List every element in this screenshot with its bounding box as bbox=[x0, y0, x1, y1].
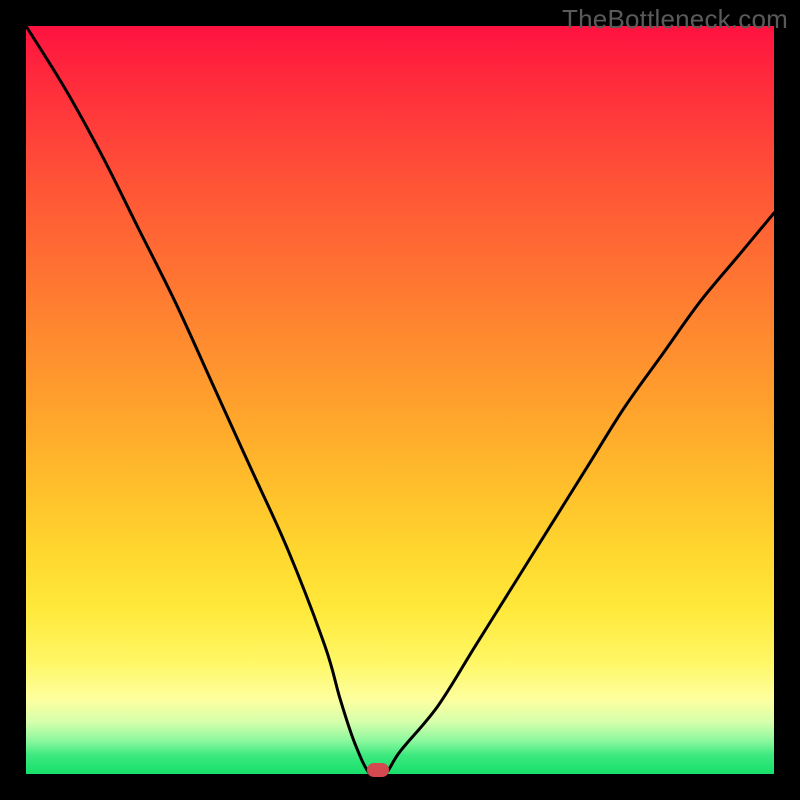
watermark-text: TheBottleneck.com bbox=[562, 4, 788, 35]
plot-area bbox=[26, 26, 774, 774]
minimum-marker bbox=[367, 763, 389, 777]
chart-frame: TheBottleneck.com bbox=[0, 0, 800, 800]
curve-svg bbox=[26, 26, 774, 774]
bottleneck-curve-path bbox=[26, 26, 774, 774]
